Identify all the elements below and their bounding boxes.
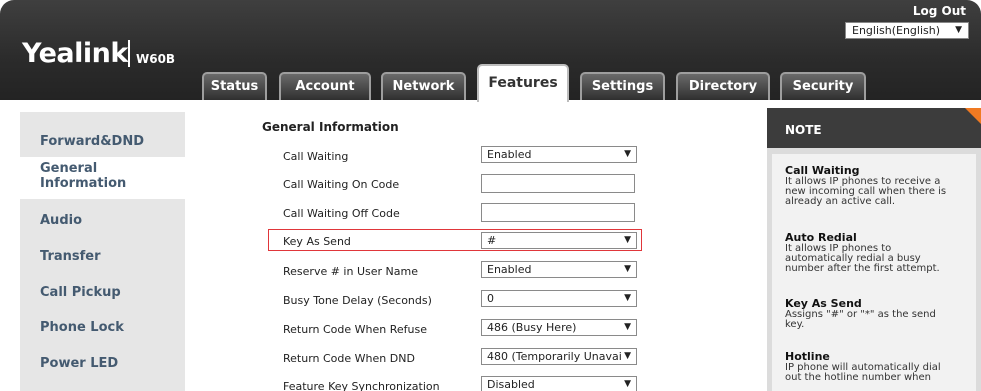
tab-status[interactable]: Status	[202, 72, 267, 100]
note-panel: NOTE Call Waiting It allows IP phones to…	[767, 108, 981, 391]
note-text: Assigns "#" or "*" as the send key.	[785, 310, 971, 330]
note-text: It allows IP phones to receive a new inc…	[785, 177, 971, 207]
feature-key-sync-value: Disabled	[487, 378, 535, 391]
nav-item-general-line1: General	[40, 161, 98, 176]
nav-item-general-information[interactable]: General Information	[20, 157, 185, 199]
reserve-hash-value: Enabled	[487, 263, 532, 276]
call-waiting-label: Call Waiting	[283, 150, 349, 163]
return-code-refuse-label: Return Code When Refuse	[283, 323, 427, 336]
note-line: key.	[785, 319, 805, 330]
chevron-down-icon: ▼	[624, 320, 631, 335]
chevron-down-icon: ▼	[624, 147, 631, 162]
note-header: NOTE	[767, 108, 981, 148]
note-line: number after the first attempt.	[785, 263, 940, 274]
nav-item-forward-dnd[interactable]: Forward&DND	[20, 134, 185, 149]
tab-directory[interactable]: Directory	[676, 72, 770, 100]
key-as-send-value: #	[487, 234, 497, 247]
language-select-value: English(English)	[852, 24, 941, 37]
call-waiting-on-code-label: Call Waiting On Code	[283, 178, 400, 191]
nav-item-call-pickup[interactable]: Call Pickup	[20, 285, 185, 300]
return-code-refuse-select[interactable]: 486 (Busy Here) ▼	[481, 319, 637, 336]
tab-account[interactable]: Account	[279, 72, 371, 100]
tab-features[interactable]: Features	[477, 64, 569, 102]
key-as-send-select[interactable]: # ▼	[481, 232, 637, 249]
busy-tone-delay-value: 0	[487, 292, 494, 305]
section-title: General Information	[262, 120, 399, 134]
tab-network[interactable]: Network	[381, 72, 466, 100]
return-code-dnd-select[interactable]: 480 (Temporarily Unavai ▼	[481, 348, 637, 365]
key-as-send-label: Key As Send	[283, 235, 351, 248]
call-waiting-off-code-label: Call Waiting Off Code	[283, 207, 400, 220]
note-title: NOTE	[785, 123, 822, 137]
chevron-down-icon: ▼	[624, 291, 631, 306]
nav-item-general-line2: Information	[40, 176, 127, 191]
nav-item-audio[interactable]: Audio	[20, 213, 185, 228]
tab-security[interactable]: Security	[780, 72, 866, 100]
chevron-down-icon: ▼	[955, 25, 962, 35]
nav-item-transfer[interactable]: Transfer	[20, 249, 185, 264]
note-line: already an active call.	[785, 196, 896, 207]
note-body: Call Waiting It allows IP phones to rece…	[767, 154, 981, 391]
chevron-down-icon: ▼	[624, 377, 631, 391]
busy-tone-delay-select[interactable]: 0 ▼	[481, 290, 637, 307]
busy-tone-delay-label: Busy Tone Delay (Seconds)	[283, 294, 432, 307]
nav-item-phone-lock[interactable]: Phone Lock	[20, 320, 185, 335]
call-waiting-on-code-input[interactable]	[481, 174, 635, 193]
note-line: out the hotline number when	[785, 372, 931, 383]
chevron-down-icon: ▼	[624, 262, 631, 277]
logout-link[interactable]: Log Out	[913, 4, 966, 18]
left-navigation: Forward&DND General Information Audio Tr…	[20, 112, 185, 391]
reserve-hash-label: Reserve # in User Name	[283, 265, 418, 278]
feature-key-sync-label: Feature Key Synchronization	[283, 380, 440, 391]
chevron-down-icon: ▼	[624, 349, 631, 364]
reserve-hash-select[interactable]: Enabled ▼	[481, 261, 637, 278]
note-text: IP phone will automatically dial out the…	[785, 363, 971, 383]
language-select[interactable]: English(English) ▼	[845, 22, 969, 39]
return-code-refuse-value: 486 (Busy Here)	[487, 321, 577, 334]
tab-settings[interactable]: Settings	[580, 72, 665, 100]
return-code-dnd-value: 480 (Temporarily Unavai	[487, 350, 622, 363]
call-waiting-off-code-input[interactable]	[481, 203, 635, 222]
return-code-dnd-label: Return Code When DND	[283, 352, 415, 365]
call-waiting-select[interactable]: Enabled ▼	[481, 146, 637, 163]
note-text: It allows IP phones to automatically red…	[785, 244, 971, 274]
feature-key-sync-select[interactable]: Disabled ▼	[481, 376, 637, 391]
note-corner-flag	[965, 108, 981, 124]
chevron-down-icon: ▼	[624, 233, 631, 248]
logo-separator	[128, 40, 130, 67]
note-line: Assigns "#" or "*" as the send	[785, 309, 936, 320]
model-label: W60B	[136, 52, 176, 66]
nav-item-power-led[interactable]: Power LED	[20, 356, 185, 371]
call-waiting-value: Enabled	[487, 148, 532, 161]
yealink-logo: Yealink	[22, 38, 128, 69]
